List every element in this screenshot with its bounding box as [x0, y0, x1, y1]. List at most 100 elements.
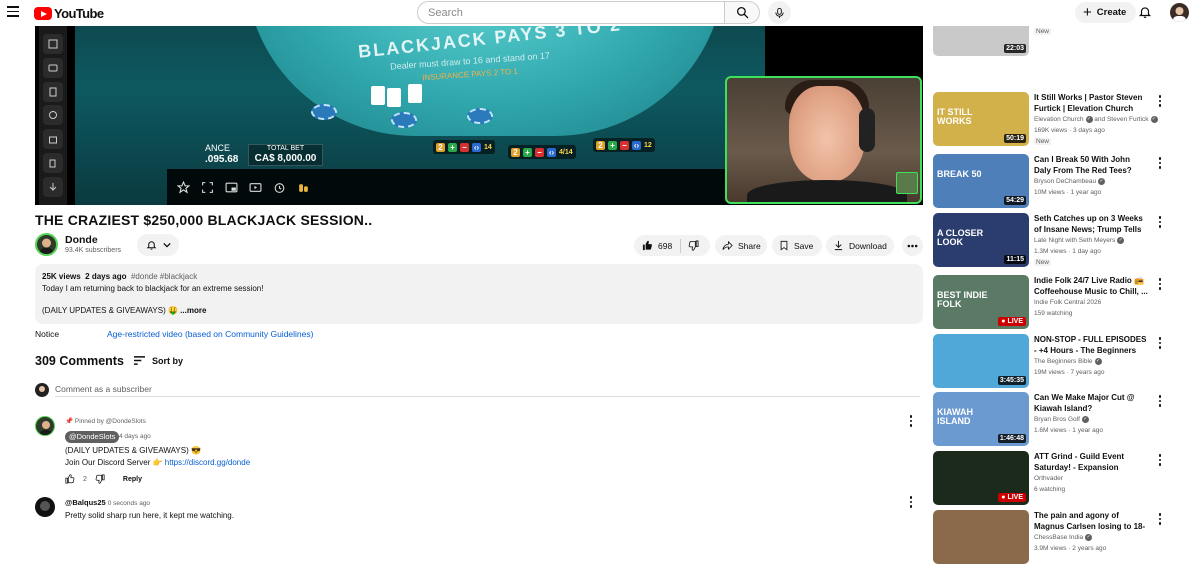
recommended-video-title[interactable]: Can I Break 50 With John Daly From The R…	[1034, 154, 1148, 176]
youtube-logo[interactable]: YouTube	[34, 6, 104, 21]
comment-time[interactable]: 0 seconds ago	[108, 500, 150, 507]
share-button[interactable]: Share	[715, 235, 767, 256]
recommended-video-title[interactable]: ATT Grind - Guild Event Saturday! - Expa…	[1034, 451, 1148, 474]
recommended-video[interactable]: The pain and agony of Magnus Carlsen los…	[933, 510, 1193, 566]
dislike-button[interactable]	[681, 240, 706, 251]
recommendation-menu-icon[interactable]	[1155, 215, 1165, 229]
recommendation-menu-icon[interactable]	[1155, 512, 1165, 526]
recommended-channel[interactable]: The Beginners Bible ✓	[1034, 358, 1102, 365]
bet-controls[interactable]: 2 + − ‹› 12	[593, 138, 655, 152]
comment-time[interactable]: 4 days ago	[119, 433, 151, 440]
voice-search-button[interactable]	[768, 1, 791, 24]
save-button[interactable]: Save	[772, 235, 822, 256]
description-box[interactable]: 25K views 2 days ago #donde #blackjack T…	[35, 264, 923, 324]
thumbs-down-icon[interactable]	[95, 474, 105, 484]
video-thumbnail[interactable]: A CLOSER LOOK 11:15	[933, 213, 1029, 267]
search-button[interactable]	[725, 1, 760, 24]
recommended-video-title[interactable]: NON-STOP - FULL EPISODES - +4 Hours - Th…	[1034, 334, 1148, 357]
pinned-text: Pinned by @DondeSlots	[74, 418, 146, 425]
gift-icon[interactable]	[43, 129, 63, 150]
comment-avatar[interactable]	[35, 416, 55, 436]
verified-icon: ✓	[1085, 116, 1093, 123]
search-input[interactable]: Search	[417, 1, 725, 24]
recommended-channel[interactable]: ChessBase India ✓	[1034, 534, 1093, 541]
fullscreen-icon[interactable]	[201, 181, 214, 194]
recommended-stats: 1.3M views · 1 day ago	[1034, 248, 1101, 255]
upload-age: 2 days ago	[85, 272, 127, 281]
recommended-video-title[interactable]: Indie Folk 24/7 Live Radio 📻 Coffeehouse…	[1034, 275, 1148, 297]
notifications-button[interactable]	[1138, 4, 1152, 25]
video-thumbnail[interactable]	[933, 510, 1029, 564]
total-bet-label: TOTAL BET	[266, 145, 305, 152]
video-thumbnail[interactable]: BEST INDIE FOLK ● LIVE	[933, 275, 1029, 329]
recommendation-menu-icon[interactable]	[1155, 394, 1165, 408]
recommended-channel[interactable]: Late Night with Seth Meyers ✓	[1034, 237, 1125, 244]
chips-stack-icon[interactable]	[297, 181, 310, 194]
recommendation-menu-icon[interactable]	[1155, 156, 1165, 170]
bet-value: 14	[484, 143, 492, 151]
recommended-channel[interactable]: Orthvader	[1034, 475, 1063, 482]
recommendation-menu-icon[interactable]	[1155, 336, 1165, 350]
video-thumbnail[interactable]: 3:45:35	[933, 334, 1029, 388]
comment-author-chip[interactable]: @DondeSlots	[65, 431, 120, 443]
recommended-video[interactable]: KIAWAH ISLAND 1:46:48 Can We Make Major Cu…	[933, 392, 1193, 448]
comment-avatar[interactable]	[35, 497, 55, 517]
recommended-video[interactable]: BEST INDIE FOLK ● LIVE Indie Folk 24/7 Liv…	[933, 275, 1193, 331]
cashout-icon[interactable]	[43, 176, 63, 197]
channel-avatar[interactable]	[35, 233, 58, 256]
theater-icon[interactable]	[249, 181, 262, 194]
sort-by-button[interactable]: Sort by	[133, 355, 183, 366]
recommended-channel[interactable]: Bryson DeChambeau ✓	[1034, 178, 1106, 185]
discord-link[interactable]: https://discord.gg/donde	[165, 458, 250, 467]
robot-icon[interactable]	[43, 105, 63, 126]
recommended-channel[interactable]: Elevation Church ✓ and Steven Furtick ✓	[1034, 116, 1158, 123]
recommendation-menu-icon[interactable]	[1155, 453, 1165, 467]
recommended-video-title[interactable]: It Still Works | Pastor Steven Furtick |…	[1034, 92, 1148, 114]
comment-menu-icon[interactable]	[906, 414, 916, 428]
add-comment-input[interactable]: Comment as a subscriber	[55, 384, 920, 397]
comment-author[interactable]: @Balqus25 0 seconds ago	[65, 498, 150, 507]
age-restriction-link[interactable]: Age-restricted video (based on Community…	[107, 329, 313, 339]
video-thumbnail[interactable]: IT STILL WORKS 50:19	[933, 92, 1029, 146]
recommended-video-title[interactable]: Can We Make Major Cut @ Kiawah Island?	[1034, 392, 1148, 414]
recommendation-menu-icon[interactable]	[1155, 94, 1165, 108]
hashtags[interactable]: #donde #blackjack	[131, 272, 197, 281]
more-actions-button[interactable]	[902, 235, 923, 256]
video-player[interactable]: BLACKJACK PAYS 3 TO 2 Dealer must draw t…	[35, 26, 923, 205]
history-icon[interactable]	[43, 33, 63, 54]
recommended-video[interactable]: A CLOSER LOOK 11:15 Seth Catches up on 3 W…	[933, 213, 1193, 269]
subscribed-notifications-button[interactable]	[137, 234, 179, 256]
video-thumbnail[interactable]: KIAWAH ISLAND 1:46:48	[933, 392, 1029, 446]
menu-icon[interactable]	[7, 6, 19, 18]
video-thumbnail[interactable]: ● LIVE	[933, 451, 1029, 505]
bet-controls[interactable]: 2 + − ‹› 4/14	[508, 145, 576, 159]
bet-controls[interactable]: 2 + − ‹› 14	[433, 140, 495, 154]
document-icon[interactable]	[43, 81, 63, 102]
reply-button[interactable]: Reply	[123, 476, 142, 483]
create-button[interactable]: + Create	[1075, 2, 1137, 23]
recommended-video[interactable]: ● LIVE ATT Grind - Guild Event Saturday! …	[933, 451, 1193, 507]
share-label: Share	[738, 240, 761, 251]
recommended-video[interactable]: 3:45:35 NON-STOP - FULL EPISODES - +4 Hou…	[933, 334, 1193, 390]
recommended-video[interactable]: IT STILL WORKS 50:19 It Still Works | Past…	[933, 92, 1193, 148]
recommended-video[interactable]: BREAK 50 54:29 Can I Break 50 With John Da…	[933, 154, 1193, 210]
channel-name[interactable]: Donde	[65, 234, 98, 246]
recommended-stats: 1.6M views · 1 year ago	[1034, 427, 1104, 434]
comment-menu-icon[interactable]	[906, 495, 916, 509]
timer-icon[interactable]	[273, 181, 286, 194]
chat-icon[interactable]	[43, 57, 63, 78]
new-badge: New	[1034, 138, 1052, 145]
like-button[interactable]: 698	[634, 238, 682, 253]
show-more-link[interactable]: ...more	[180, 306, 206, 315]
account-avatar[interactable]	[1170, 3, 1189, 22]
video-thumbnail[interactable]: BREAK 50 54:29	[933, 154, 1029, 208]
cards-icon[interactable]	[43, 153, 63, 174]
recommended-video-title[interactable]: Seth Catches up on 3 Weeks of Insane New…	[1034, 213, 1148, 236]
download-button[interactable]: Download	[826, 235, 894, 256]
thumbs-up-icon[interactable]	[65, 474, 75, 484]
star-icon[interactable]	[177, 180, 190, 194]
recommended-channel[interactable]: Bryan Bros Golf ✓	[1034, 416, 1089, 423]
recommended-channel[interactable]: Indie Folk Central 2026	[1034, 299, 1101, 306]
picture-in-picture-icon[interactable]	[225, 181, 238, 194]
recommendation-menu-icon[interactable]	[1155, 277, 1165, 291]
